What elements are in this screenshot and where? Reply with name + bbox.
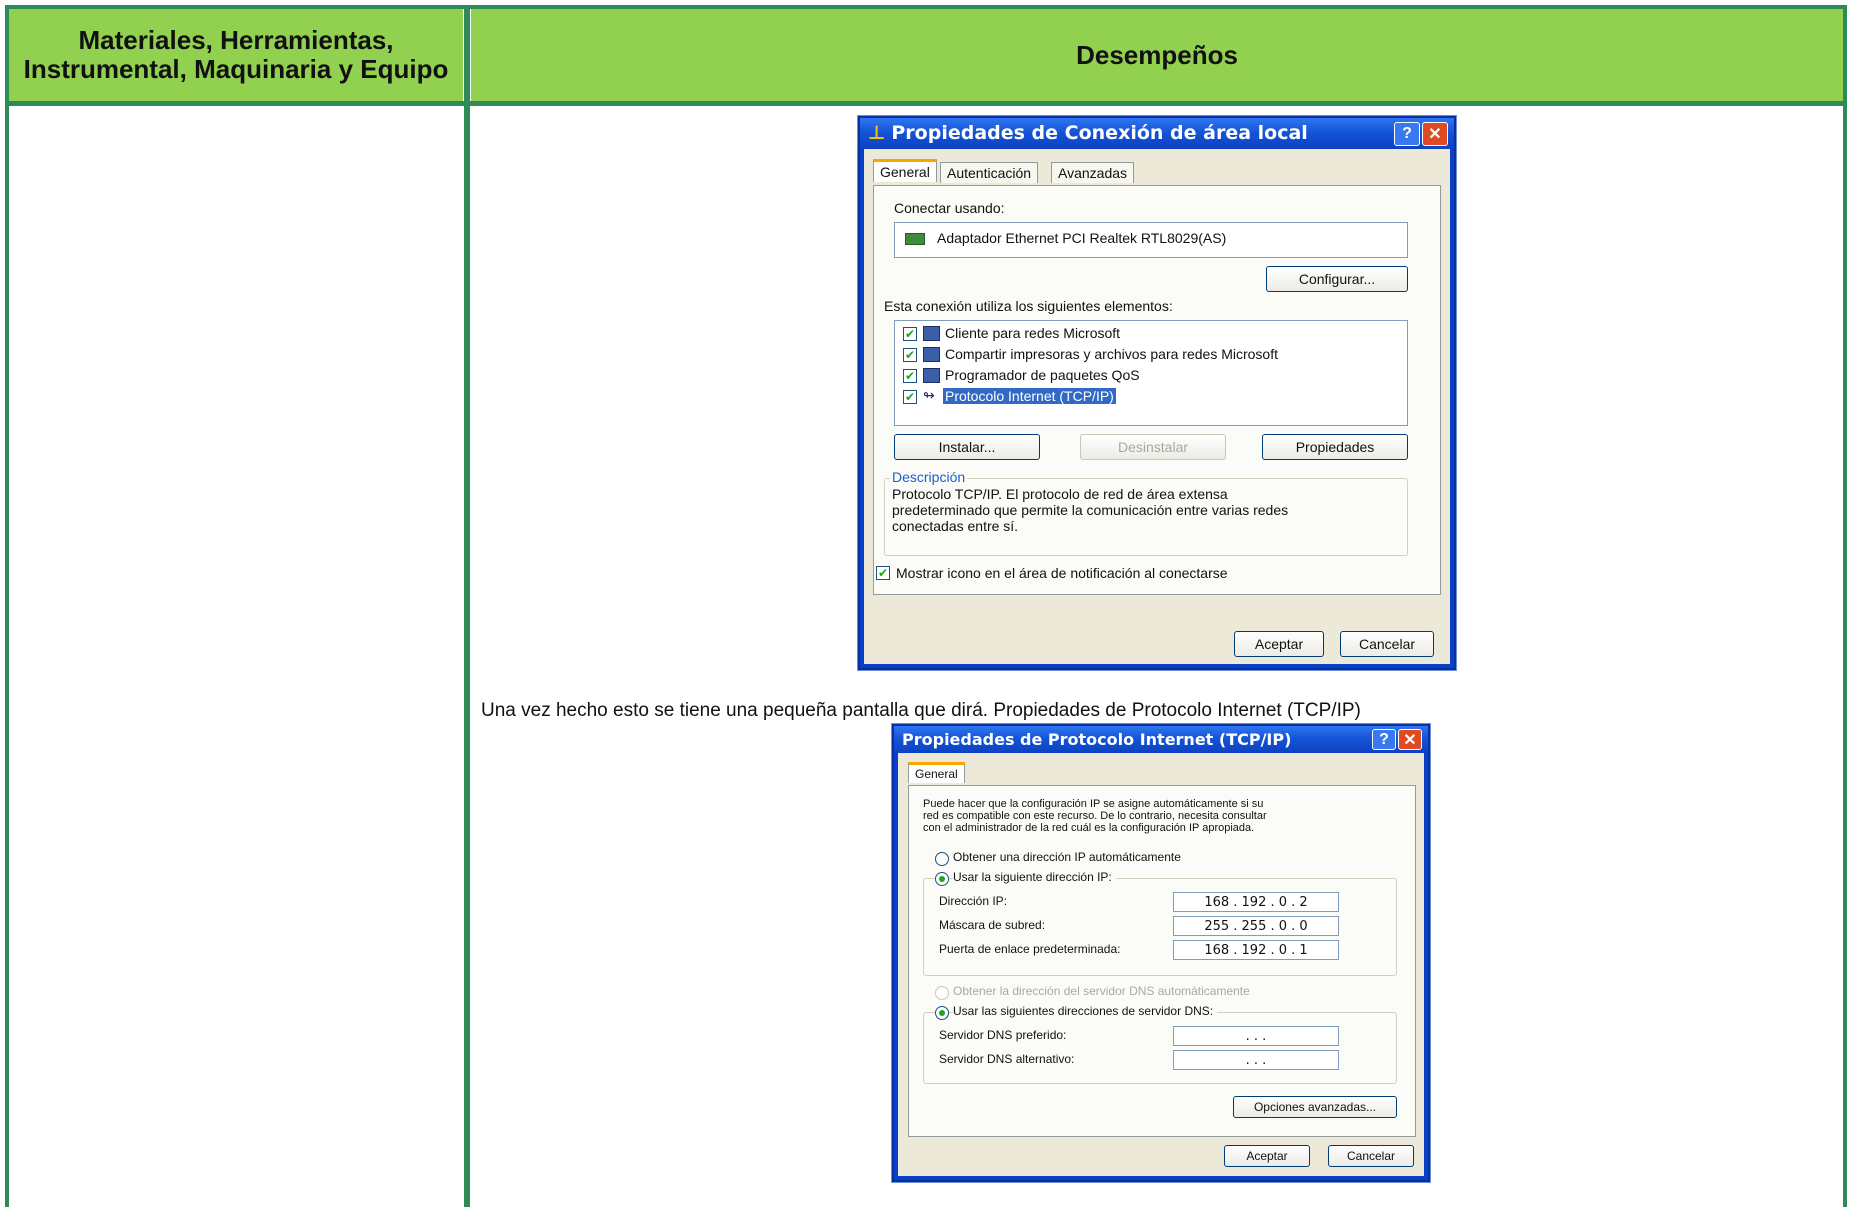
close-button[interactable]: ✕	[1398, 729, 1422, 750]
dialog-title: Propiedades de Conexión de área local	[891, 122, 1308, 144]
table-header-divider	[5, 101, 1847, 106]
header-performance: Desempeños	[471, 9, 1843, 101]
dialog-title-bar[interactable]: ⊥ Propiedades de Conexión de área local	[860, 118, 1454, 148]
manual-ip-label: Usar la siguiente dirección IP:	[953, 870, 1116, 884]
ip-label: Dirección IP:	[939, 894, 1008, 908]
dialog-body: General Autenticación Avanzadas Conectar…	[864, 149, 1450, 664]
tcpip-properties-dialog: Propiedades de Protocolo Internet (TCP/I…	[892, 724, 1430, 1182]
item-checkbox[interactable]: ✔	[903, 369, 917, 383]
qos-icon	[923, 368, 940, 383]
table-border-right	[1843, 5, 1847, 1207]
list-item[interactable]: Cliente para redes Microsoft	[945, 325, 1120, 341]
help-icon: ?	[1402, 125, 1412, 142]
share-icon	[923, 347, 940, 362]
install-button[interactable]: Instalar...	[894, 434, 1040, 460]
components-list[interactable]: ✔ Cliente para redes Microsoft ✔ Compart…	[894, 320, 1408, 426]
general-panel: Puede hacer que la configuración IP se a…	[908, 785, 1416, 1137]
item-checkbox[interactable]: ✔	[903, 348, 917, 362]
auto-ip-radio[interactable]	[935, 852, 949, 866]
ip-address-field[interactable]: 168 . 192 . 0 . 2	[1173, 892, 1339, 912]
description-line: conectadas entre sí.	[892, 518, 1019, 534]
accept-button[interactable]: Aceptar	[1224, 1145, 1310, 1167]
cancel-button[interactable]: Cancelar	[1340, 631, 1434, 657]
elements-label: Esta conexión utiliza los siguientes ele…	[884, 298, 1173, 314]
connect-using-label: Conectar usando:	[894, 200, 1005, 216]
uninstall-button[interactable]: Desinstalar	[1080, 434, 1226, 460]
advanced-options-button[interactable]: Opciones avanzadas...	[1233, 1096, 1397, 1118]
tab-general[interactable]: General	[873, 159, 937, 182]
help-button[interactable]: ?	[1394, 122, 1420, 146]
help-button[interactable]: ?	[1372, 729, 1396, 750]
header-materials: Materiales, Herramientas, Instrumental, …	[9, 9, 463, 101]
show-icon-checkbox[interactable]: ✔	[876, 566, 890, 580]
gateway-field[interactable]: 168 . 192 . 0 . 1	[1173, 940, 1339, 960]
item-checkbox[interactable]: ✔	[903, 327, 917, 341]
dns-preferred-field[interactable]: . . .	[1173, 1026, 1339, 1046]
general-panel: Conectar usando: Adaptador Ethernet PCI …	[873, 185, 1441, 595]
dns-preferred-label: Servidor DNS preferido:	[939, 1028, 1067, 1042]
adapter-icon	[905, 233, 925, 245]
adapter-field: Adaptador Ethernet PCI Realtek RTL8029(A…	[894, 222, 1408, 258]
gateway-label: Puerta de enlace predeterminada:	[939, 942, 1121, 956]
intro-line: red es compatible con este recurso. De l…	[923, 810, 1267, 822]
adapter-name: Adaptador Ethernet PCI Realtek RTL8029(A…	[937, 230, 1227, 246]
caption-text: Una vez hecho esto se tiene una pequeña …	[481, 700, 1361, 721]
help-icon: ?	[1379, 730, 1389, 748]
close-icon: ✕	[1403, 731, 1417, 749]
accept-button[interactable]: Aceptar	[1234, 631, 1324, 657]
manual-ip-radio[interactable]	[935, 872, 949, 886]
list-item[interactable]: Programador de paquetes QoS	[945, 367, 1140, 383]
dns-group	[923, 1012, 1397, 1084]
intro-line: con el administrador de la red cuál es l…	[923, 822, 1255, 834]
description-line: Protocolo TCP/IP. El protocolo de red de…	[892, 486, 1228, 502]
lan-properties-dialog: ⊥ Propiedades de Conexión de área local …	[858, 116, 1456, 670]
description-line: predeterminado que permite la comunicaci…	[892, 502, 1289, 518]
cancel-button[interactable]: Cancelar	[1328, 1145, 1414, 1167]
dialog-title-bar[interactable]: Propiedades de Protocolo Internet (TCP/I…	[894, 726, 1428, 752]
item-checkbox[interactable]: ✔	[903, 390, 917, 404]
client-icon	[923, 326, 940, 341]
table-border-middle	[464, 5, 470, 1207]
subnet-mask-field[interactable]: 255 . 255 . 0 . 0	[1173, 916, 1339, 936]
network-icon: ⊥	[868, 122, 886, 144]
dns-alternate-label: Servidor DNS alternativo:	[939, 1052, 1075, 1066]
table-border-left	[5, 5, 9, 1207]
tab-advanced[interactable]: Avanzadas	[1051, 162, 1135, 183]
auto-dns-radio[interactable]	[935, 986, 949, 1000]
dns-alternate-field[interactable]: . . .	[1173, 1050, 1339, 1070]
description-title: Descripción	[890, 469, 968, 485]
manual-dns-label: Usar las siguientes direcciones de servi…	[953, 1004, 1218, 1018]
close-button[interactable]: ✕	[1422, 122, 1448, 146]
tab-general[interactable]: General	[908, 762, 965, 783]
auto-ip-label: Obtener una dirección IP automáticamente	[953, 850, 1181, 864]
protocol-icon: ↬	[923, 387, 935, 403]
manual-dns-radio[interactable]	[935, 1006, 949, 1020]
list-item-selected[interactable]: Protocolo Internet (TCP/IP)	[943, 388, 1116, 404]
dialog-body: General Puede hacer que la configuración…	[898, 753, 1424, 1176]
show-icon-label: Mostrar icono en el área de notificación…	[896, 565, 1228, 581]
list-item[interactable]: Compartir impresoras y archivos para red…	[945, 346, 1278, 362]
properties-button[interactable]: Propiedades	[1262, 434, 1408, 460]
tab-authentication[interactable]: Autenticación	[940, 162, 1039, 183]
dialog-title: Propiedades de Protocolo Internet (TCP/I…	[902, 729, 1292, 749]
mask-label: Máscara de subred:	[939, 918, 1046, 932]
table-border-top	[5, 5, 1847, 9]
configure-button[interactable]: Configurar...	[1266, 266, 1408, 292]
intro-line: Puede hacer que la configuración IP se a…	[923, 798, 1264, 810]
close-icon: ✕	[1428, 126, 1442, 143]
auto-dns-label: Obtener la dirección del servidor DNS au…	[953, 984, 1250, 998]
